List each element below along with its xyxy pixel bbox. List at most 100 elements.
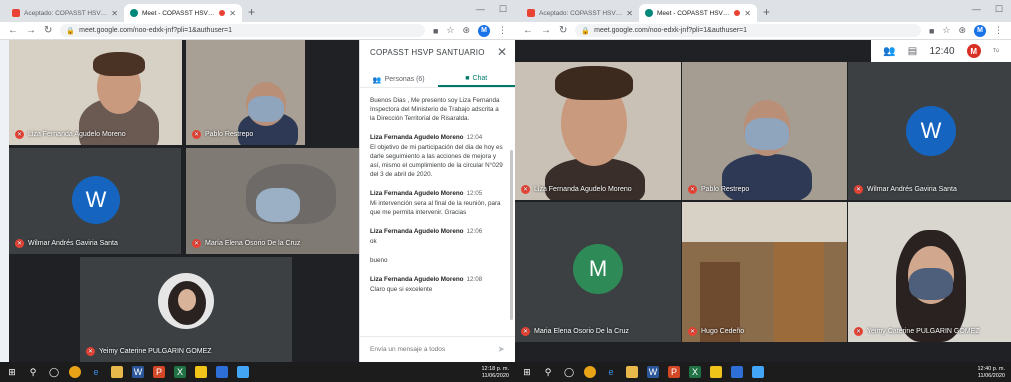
chrome-icon[interactable] (69, 366, 81, 378)
explorer-icon[interactable] (111, 366, 123, 378)
menu-icon[interactable]: ⋮ (498, 25, 507, 36)
tab-gmail[interactable]: Aceptado: COPASST HSVP SANTUARIO ✕ (6, 4, 124, 22)
minimize-icon[interactable]: — (476, 4, 485, 15)
chat-message: Liza Fernanda Agudelo Moreno 12:06 ok (370, 228, 483, 245)
tab-title: Meet - COPASST HSVP SANTUARIO (657, 9, 730, 17)
taskbar-clock[interactable]: 12:18 p. m. 11/06/2020 (481, 366, 509, 380)
close-tab-icon[interactable]: ✕ (626, 9, 633, 18)
reload-icon[interactable]: ↻ (559, 25, 567, 36)
new-tab-button[interactable]: + (248, 5, 255, 19)
chat-icon[interactable]: ▤ (908, 46, 917, 57)
url-field[interactable]: 🔒 meet.google.com/noo-edxk-jnf?pli=1&aut… (575, 24, 921, 37)
message-time: 12:05 (466, 190, 483, 197)
tab-people[interactable]: 👥 Personas (6) (360, 72, 438, 87)
chat-icon: ■ (465, 75, 470, 82)
app-icon[interactable] (731, 366, 743, 378)
powerpoint-icon[interactable]: P (668, 366, 680, 378)
close-tab-icon[interactable]: ✕ (229, 9, 236, 18)
video-tile[interactable]: ✕ Pablo Restrepo (682, 62, 847, 200)
forward-icon[interactable]: → (26, 25, 36, 36)
star-icon[interactable]: ☆ (942, 25, 950, 36)
video-tile[interactable]: W ✕ Wilmar Andrés Gaviria Santa (848, 62, 1011, 200)
people-icon[interactable]: 👥 (883, 46, 895, 57)
participant-name: ✕ Hugo Cedeño (688, 327, 745, 336)
forward-icon[interactable]: → (541, 25, 551, 36)
chat-message-input[interactable] (370, 346, 498, 353)
star-icon[interactable]: ☆ (446, 25, 454, 36)
video-tile[interactable]: ✕ Yeimy Caterine PULGARIN GOMEZ (848, 202, 1011, 342)
close-tab-icon[interactable]: ✕ (111, 9, 118, 18)
camera-icon[interactable]: ■ (929, 26, 934, 36)
meet-top-controls: 👥 ▤ 12:40 M Tú (871, 40, 1011, 62)
sticky-notes-icon[interactable] (710, 366, 722, 378)
taskbar-clock[interactable]: 12:40 p. m. 11/06/2020 (977, 366, 1005, 380)
word-icon[interactable]: W (132, 366, 144, 378)
tab-gmail[interactable]: Aceptado: COPASST HSVP SANTUARIO ✕ (521, 4, 639, 22)
self-avatar[interactable]: M (966, 44, 981, 58)
mic-off-icon: ✕ (521, 185, 530, 194)
video-tile[interactable]: ✕ Liza Fernanda Agudelo Moreno (515, 62, 681, 200)
sticky-notes-icon[interactable] (195, 366, 207, 378)
video-tile[interactable]: ✕ Liza Fernanda Agudelo Moreno (9, 40, 182, 145)
gmail-icon (527, 9, 535, 17)
tab-chat[interactable]: ■ Chat (437, 72, 515, 87)
windows-start-icon[interactable]: ⊞ (521, 366, 533, 378)
app-icon[interactable] (237, 366, 249, 378)
reload-icon[interactable]: ↻ (44, 25, 52, 36)
excel-icon[interactable]: X (174, 366, 186, 378)
minimize-icon[interactable]: — (972, 4, 981, 15)
back-icon[interactable]: ← (8, 25, 18, 36)
send-icon[interactable]: ➤ (497, 344, 505, 355)
video-tile[interactable]: ✕ Hugo Cedeño (682, 202, 847, 342)
mic-off-icon: ✕ (688, 327, 697, 336)
video-tile[interactable]: ✕ Pablo Restrepo (186, 40, 305, 145)
back-icon[interactable]: ← (523, 25, 533, 36)
participant-name: ✕ Yeimy Caterine PULGARIN GOMEZ (854, 327, 980, 336)
video-tile[interactable]: ✕ Yeimy Caterine PULGARIN GOMEZ (80, 257, 292, 362)
tab-title: Aceptado: COPASST HSVP SANTUARIO (24, 9, 107, 17)
room-wall (682, 202, 847, 242)
mic-off-icon: ✕ (86, 347, 95, 356)
participant-name: ✕ Pablo Restrepo (192, 130, 254, 139)
camera-icon[interactable]: ■ (433, 26, 438, 36)
profile-avatar[interactable]: M (974, 24, 986, 37)
maximize-icon[interactable]: ☐ (499, 4, 507, 15)
left-screenshot: Aceptado: COPASST HSVP SANTUARIO ✕ Meet … (0, 0, 515, 382)
word-icon[interactable]: W (647, 366, 659, 378)
url-field[interactable]: 🔒 meet.google.com/noo-edxk-jnf?pli=1&aut… (60, 24, 425, 37)
search-icon[interactable]: ⚲ (542, 366, 554, 378)
extension-icon[interactable]: ⊛ (958, 25, 966, 36)
close-tab-icon[interactable]: ✕ (744, 9, 751, 18)
app-icon[interactable] (216, 366, 228, 378)
windows-taskbar: ⊞ ⚲ ◯ e W P X 12:18 p. m. 11/06/2020 (0, 362, 515, 382)
tab-meet[interactable]: Meet - COPASST HSVP SANTUARIO ✕ (124, 4, 242, 22)
profile-avatar[interactable]: M (478, 24, 490, 37)
windows-start-icon[interactable]: ⊞ (6, 366, 18, 378)
address-bar: ← → ↻ 🔒 meet.google.com/noo-edxk-jnf?pli… (515, 22, 1011, 40)
edge-icon[interactable]: e (605, 366, 617, 378)
new-tab-button[interactable]: + (763, 5, 770, 19)
maximize-icon[interactable]: ☐ (995, 4, 1003, 15)
extension-icon[interactable]: ⊛ (462, 25, 470, 36)
edge-icon[interactable]: e (90, 366, 102, 378)
video-tile[interactable]: W ✕ Wilmar Andrés Gaviria Santa (9, 148, 181, 254)
explorer-icon[interactable] (626, 366, 638, 378)
mic-off-icon: ✕ (688, 185, 697, 194)
video-tile[interactable]: ✕ María Elena Osorio De la Cruz (186, 148, 359, 254)
menu-icon[interactable]: ⋮ (994, 25, 1003, 36)
chat-scrollbar[interactable] (510, 150, 513, 320)
face-mask (256, 188, 300, 222)
app-icon[interactable] (752, 366, 764, 378)
task-view-icon[interactable]: ◯ (48, 366, 60, 378)
tab-meet[interactable]: Meet - COPASST HSVP SANTUARIO ✕ (639, 4, 757, 22)
window-controls: — ☐ (476, 4, 507, 15)
excel-icon[interactable]: X (689, 366, 701, 378)
powerpoint-icon[interactable]: P (153, 366, 165, 378)
task-view-icon[interactable]: ◯ (563, 366, 575, 378)
participant-name: ✕ Liza Fernanda Agudelo Moreno (15, 130, 126, 139)
message-author: Liza Fernanda Agudelo Moreno (370, 190, 464, 197)
video-tile[interactable]: M ✕ Maria Elena Osorio De la Cruz (515, 202, 681, 342)
chrome-icon[interactable] (584, 366, 596, 378)
close-icon[interactable]: ✕ (497, 45, 507, 59)
search-icon[interactable]: ⚲ (27, 366, 39, 378)
